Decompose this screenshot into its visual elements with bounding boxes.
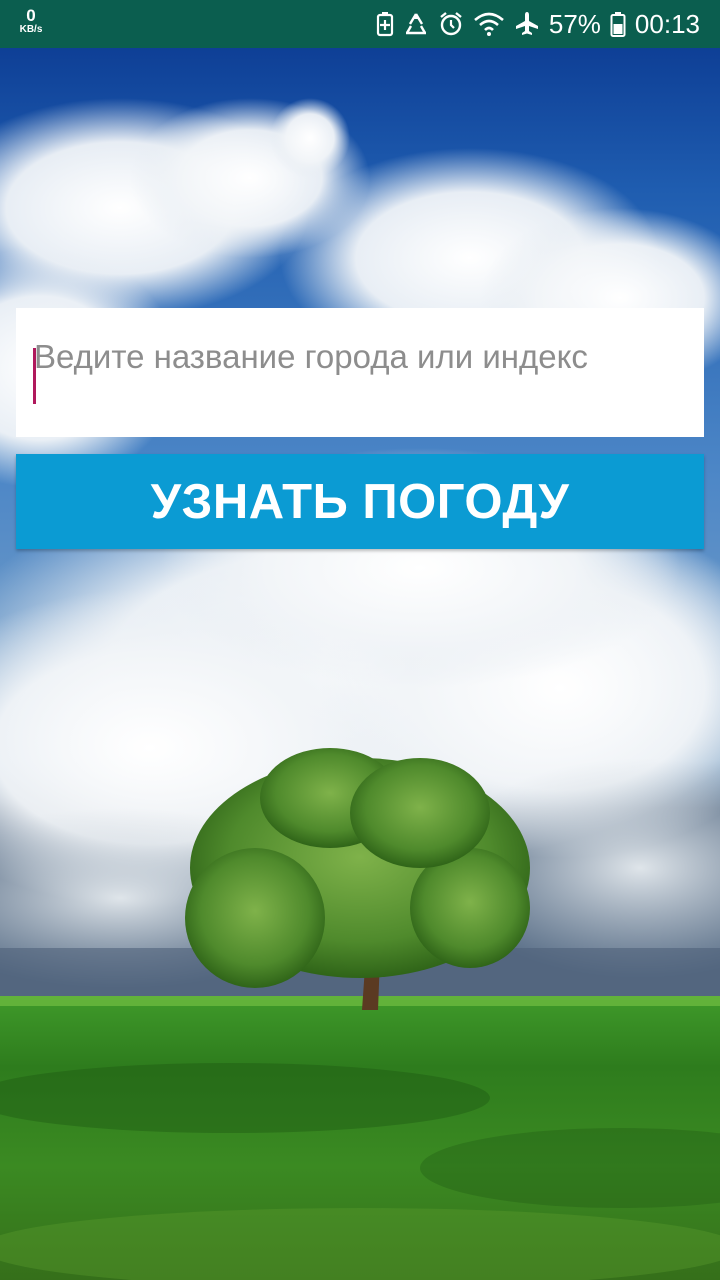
battery-saver-icon — [376, 12, 393, 37]
battery-icon — [610, 12, 626, 37]
status-bar: 0 KB/s 57% 00:13 — [0, 0, 720, 48]
alarm-icon — [440, 12, 462, 36]
network-speed-value: 0 — [26, 6, 36, 25]
status-time: 00:13 — [634, 9, 700, 39]
airplane-mode-icon — [515, 12, 538, 35]
sky-tree-field-image — [0, 48, 720, 1280]
status-icons: 57% 00:13 — [376, 0, 700, 48]
recycle-icon — [405, 13, 426, 35]
wifi-icon — [474, 12, 504, 36]
city-search-input[interactable]: Ведите название города или индекс — [16, 308, 704, 437]
network-speed: 0 KB/s — [14, 7, 48, 35]
get-weather-button[interactable]: УЗНАТЬ ПОГОДУ — [16, 454, 704, 549]
search-input-placeholder: Ведите название города или индекс — [34, 338, 588, 375]
network-speed-unit: KB/s — [19, 24, 43, 35]
text-cursor — [33, 348, 36, 404]
battery-percent: 57% — [548, 9, 601, 39]
